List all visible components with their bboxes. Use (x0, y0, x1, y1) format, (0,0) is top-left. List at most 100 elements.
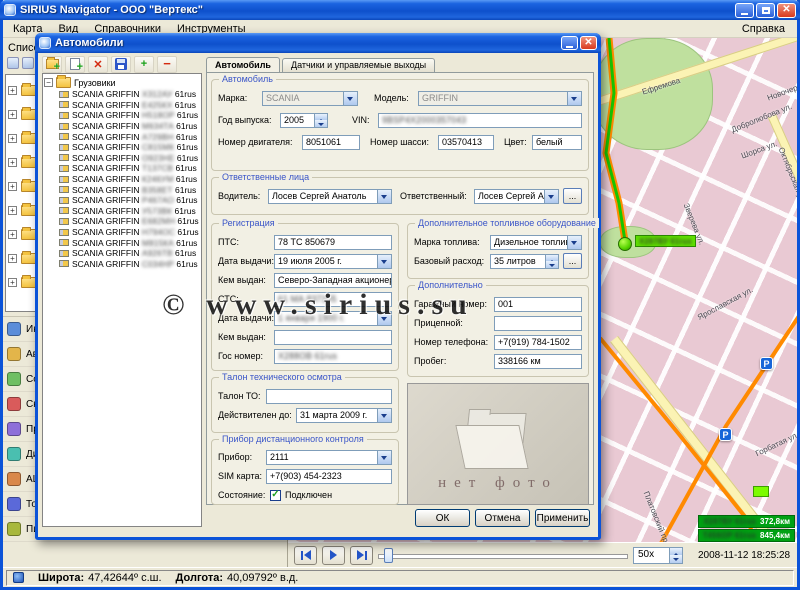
tree-root[interactable]: − Грузовики (44, 76, 200, 89)
engine-number-field[interactable]: 8051061 (302, 135, 360, 150)
sidebar-tool-icon[interactable] (7, 57, 19, 69)
cancel-button[interactable]: Отмена (475, 509, 530, 527)
base-rate-spinner[interactable]: 35 литров (490, 254, 559, 269)
expand-icon[interactable]: + (8, 158, 17, 167)
sts-issue-date-picker[interactable]: 1 января 1900 г. (274, 311, 392, 326)
fuel-type-select[interactable]: Дизельное топливо (490, 235, 582, 250)
step-back-button[interactable] (294, 546, 317, 565)
pts-field[interactable]: 78 ТС 850679 (274, 235, 392, 250)
vehicle-tree[interactable]: − Грузовики SCANIA GRIFFIN Х312АУ 61rusS… (42, 73, 202, 527)
collapse-icon[interactable]: − (44, 78, 53, 87)
tree-item-vehicle[interactable]: SCANIA GRIFFIN М634ТА 61rus (44, 121, 200, 132)
persons-more-button[interactable]: ... (563, 188, 582, 204)
vehicle-photo-box[interactable]: нет фото (407, 383, 589, 505)
ok-button[interactable]: ОК (415, 509, 470, 527)
valid-until-date-picker[interactable]: 31 марта 2009 г. (296, 408, 392, 423)
delete-button[interactable]: ✕ (88, 56, 108, 73)
plate-field[interactable]: Х288ОВ 61rus (274, 349, 392, 364)
chevron-down-icon[interactable] (544, 190, 558, 203)
tree-item-vehicle[interactable]: SCANIA GRIFFIN С815МК 61rus (44, 142, 200, 153)
phone-field[interactable]: +7(919) 784-1502 (494, 335, 582, 350)
inspection-ticket-field[interactable] (266, 389, 392, 404)
tree-item-vehicle[interactable]: SCANIA GRIFFIN Р467АО 61rus (44, 195, 200, 206)
expand-icon[interactable]: + (8, 134, 17, 143)
tree-item-vehicle[interactable]: SCANIA GRIFFIN О923НЕ 61rus (44, 153, 200, 164)
dialog-close-button[interactable]: ✕ (580, 36, 597, 50)
garage-number-field[interactable]: 001 (494, 297, 582, 312)
tree-item-vehicle[interactable]: SCANIA GRIFFIN С034НР 61rus (44, 259, 200, 270)
expand-icon[interactable]: + (8, 254, 17, 263)
tab-vehicle[interactable]: Автомобиль (206, 57, 280, 72)
tree-item-vehicle[interactable]: SCANIA GRIFFIN Н518ОР 61rus (44, 110, 200, 121)
timeline-slider[interactable] (378, 547, 628, 564)
dialog-minimize-button[interactable] (561, 36, 578, 50)
spinner-arrows-icon[interactable] (314, 114, 327, 127)
responsible-select[interactable]: Лосев Сергей Анатоль (474, 189, 559, 204)
mileage-field[interactable]: 338166 км (494, 354, 582, 369)
tree-item-vehicle[interactable]: SCANIA GRIFFIN А926ТВ 61rus (44, 248, 200, 259)
connected-checkbox[interactable]: ✓ (270, 490, 281, 501)
speed-select[interactable]: 50x (633, 547, 683, 564)
play-button[interactable] (322, 546, 345, 565)
brand-select[interactable]: SCANIA (262, 91, 358, 106)
sidebar-tool-icon[interactable] (22, 57, 34, 69)
chassis-number-field[interactable]: 03570413 (438, 135, 494, 150)
expand-icon[interactable]: + (8, 86, 17, 95)
fuel-more-button[interactable]: ... (563, 253, 582, 269)
chevron-down-icon[interactable] (377, 409, 391, 422)
add-button[interactable]: + (134, 56, 154, 73)
close-button[interactable]: ✕ (777, 3, 796, 18)
spinner-arrows-icon[interactable] (669, 548, 682, 563)
minimize-button[interactable] (735, 3, 754, 18)
menu-help[interactable]: Справка (732, 22, 795, 36)
chevron-down-icon[interactable] (377, 451, 391, 464)
model-select[interactable]: GRIFFIN (418, 91, 582, 106)
sts-issuer-field[interactable] (274, 330, 392, 345)
vin-field[interactable]: 9BSP4X2000357043 (378, 113, 582, 128)
tree-item-vehicle[interactable]: SCANIA GRIFFIN Е425КХ 61rus (44, 100, 200, 111)
dialog-titlebar[interactable]: Автомобили ✕ (35, 33, 601, 53)
chevron-down-icon[interactable] (377, 312, 391, 325)
pts-issuer-field[interactable]: Северо-Западная акционерн (274, 273, 392, 288)
tab-sensors[interactable]: Датчики и управляемые выходы (282, 58, 435, 72)
add-vehicle-button[interactable]: + (65, 56, 85, 73)
step-forward-button[interactable] (350, 546, 373, 565)
expand-icon[interactable]: + (8, 110, 17, 119)
tree-item-vehicle[interactable]: SCANIA GRIFFIN М815КА 61rus (44, 237, 200, 248)
remove-button[interactable]: − (157, 56, 177, 73)
tree-item-vehicle[interactable]: SCANIA GRIFFIN К246УМ 61rus (44, 174, 200, 185)
vehicle-marker[interactable] (618, 237, 632, 251)
chevron-down-icon[interactable] (377, 255, 391, 268)
driver-select[interactable]: Лосев Сергей Анатоль (268, 189, 392, 204)
tree-item-vehicle[interactable]: SCANIA GRIFFIN У573ВК 61rus (44, 206, 200, 217)
new-group-button[interactable]: + (42, 56, 62, 73)
expand-icon[interactable]: + (8, 206, 17, 215)
chevron-down-icon[interactable] (343, 92, 357, 105)
slider-thumb[interactable] (384, 548, 393, 563)
expand-icon[interactable]: + (8, 278, 17, 287)
tree-item-label: SCANIA GRIFFIN Е425КХ 61rus (72, 100, 196, 110)
tree-item-vehicle[interactable]: SCANIA GRIFFIN Е682МН 61rus (44, 216, 200, 227)
chevron-down-icon[interactable] (567, 236, 581, 249)
chevron-down-icon[interactable] (567, 92, 581, 105)
device-select[interactable]: 2111 (266, 450, 392, 465)
trailer-field[interactable] (494, 316, 582, 331)
apply-button[interactable]: Применить (535, 509, 590, 527)
pts-issue-date-picker[interactable]: 19 июля 2005 г. (274, 254, 392, 269)
year-spinner[interactable]: 2005 (280, 113, 328, 128)
tree-item-vehicle[interactable]: SCANIA GRIFFIN Т137СВ 61rus (44, 163, 200, 174)
spinner-arrows-icon[interactable] (545, 255, 558, 268)
chevron-down-icon[interactable] (377, 190, 391, 203)
expand-icon[interactable]: + (8, 230, 17, 239)
tree-item-vehicle[interactable]: SCANIA GRIFFIN Н794ОС 61rus (44, 227, 200, 238)
save-button[interactable] (111, 56, 131, 73)
tree-item-vehicle[interactable]: SCANIA GRIFFIN А729ВН 61rus (44, 131, 200, 142)
sim-field[interactable]: +7(903) 454-2323 (266, 469, 392, 484)
tree-item-vehicle[interactable]: SCANIA GRIFFIN Х312АУ 61rus (44, 89, 200, 100)
tree-item-vehicle[interactable]: SCANIA GRIFFIN В358ЕТ 61rus (44, 184, 200, 195)
expand-icon[interactable]: + (8, 182, 17, 191)
maximize-button[interactable] (756, 3, 775, 18)
color-field[interactable]: белый (532, 135, 582, 150)
sts-field[interactable]: 61 МА 837105 (274, 292, 392, 307)
window-titlebar[interactable]: SIRIUS Navigator - ООО "Вертекс" ✕ (0, 0, 800, 20)
